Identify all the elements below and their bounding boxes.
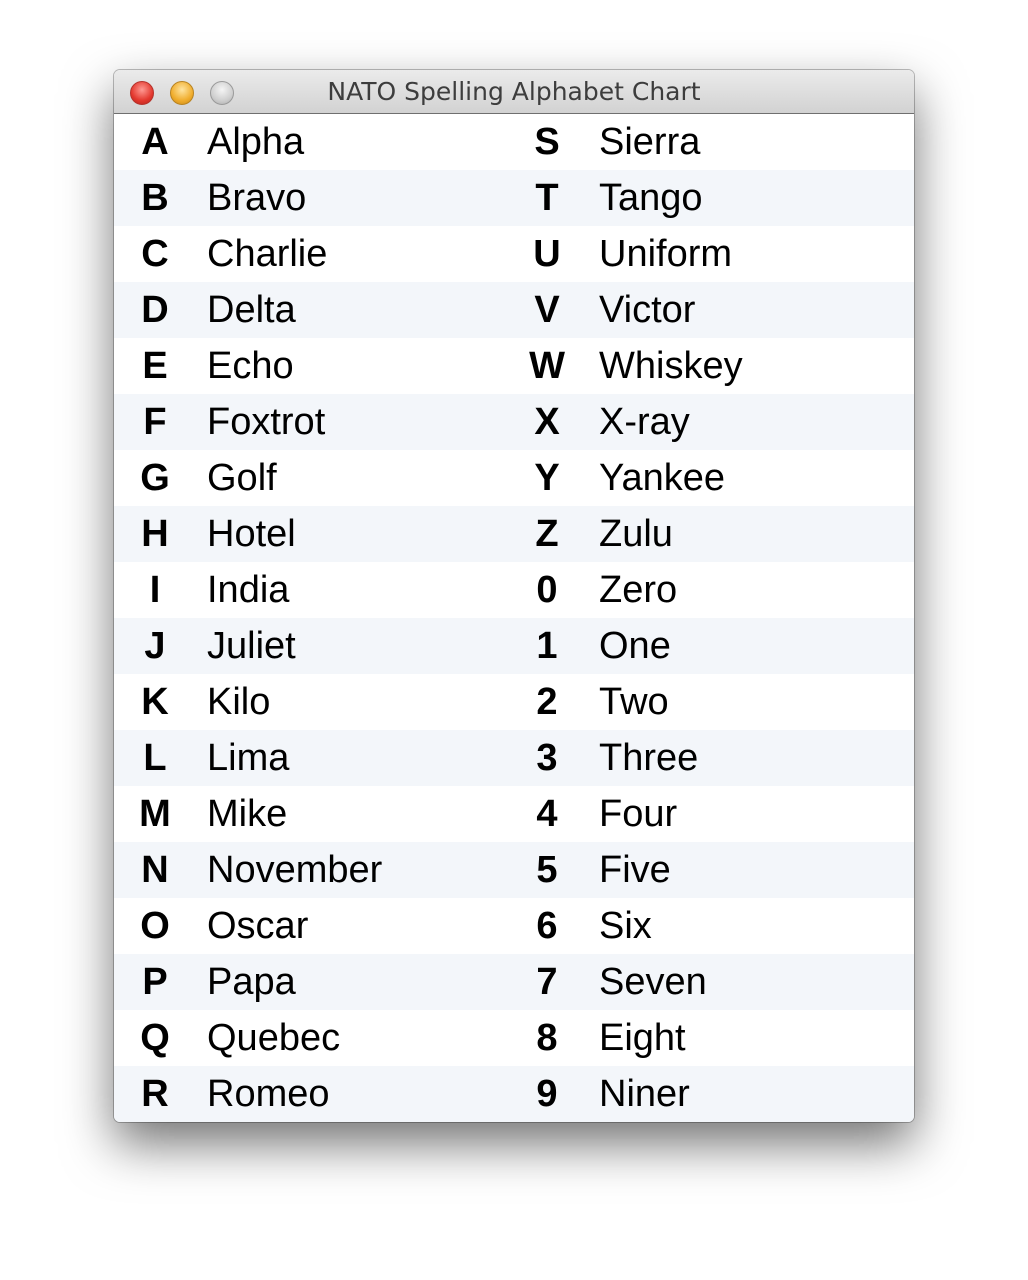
word-left: Foxtrot xyxy=(207,401,326,443)
letter-right: W xyxy=(529,345,565,387)
word-right: Yankee xyxy=(599,457,726,499)
window-title: NATO Spelling Alphabet Chart xyxy=(327,77,701,106)
table-row: A Alpha S Sierra xyxy=(114,114,914,170)
letter-right: 6 xyxy=(536,905,558,947)
table-row: C Charlie U Uniform xyxy=(114,226,914,282)
letter-left: M xyxy=(139,793,171,835)
table-row: N November 5 Five xyxy=(114,842,914,898)
word-left: Papa xyxy=(207,961,296,1003)
word-right: Three xyxy=(599,737,699,779)
letter-right: 7 xyxy=(536,961,558,1003)
table-row: L Lima 3 Three xyxy=(114,730,914,786)
letter-right: U xyxy=(533,233,561,275)
word-left: Delta xyxy=(207,289,296,331)
word-left: Lima xyxy=(207,737,290,779)
word-left: Hotel xyxy=(207,513,296,555)
letter-right: 9 xyxy=(536,1073,558,1115)
letter-left: N xyxy=(141,849,169,891)
alphabet-table: A Alpha S Sierra B Bravo T Tango C Charlie U Unifor… xyxy=(114,114,914,1122)
letter-left: Q xyxy=(140,1017,170,1059)
letter-left: G xyxy=(140,457,170,499)
letter-right: Z xyxy=(535,513,559,555)
table-row: I India 0 Zero xyxy=(114,562,914,618)
word-right: Seven xyxy=(599,961,707,1003)
word-right: Zulu xyxy=(599,513,673,555)
word-left: Juliet xyxy=(207,625,296,667)
word-left: Kilo xyxy=(207,681,271,723)
word-right: Eight xyxy=(599,1017,686,1059)
letter-left: O xyxy=(140,905,170,947)
table-row: K Kilo 2 Two xyxy=(114,674,914,730)
letter-left: J xyxy=(144,625,166,667)
letter-right: V xyxy=(534,289,560,331)
word-left: Quebec xyxy=(207,1017,341,1059)
letter-right: T xyxy=(535,177,559,219)
letter-left: A xyxy=(141,121,169,163)
letter-right: Y xyxy=(534,457,560,499)
word-right: Victor xyxy=(599,289,696,331)
table-row: G Golf Y Yankee xyxy=(114,450,914,506)
table-row: H Hotel Z Zulu xyxy=(114,506,914,562)
word-right: Two xyxy=(599,681,669,723)
table-row: R Romeo 9 Niner xyxy=(114,1066,914,1122)
word-left: Echo xyxy=(207,345,294,387)
letter-left: L xyxy=(143,737,167,779)
word-left: Romeo xyxy=(207,1073,330,1115)
title-bar[interactable]: NATO Spelling Alphabet Chart xyxy=(114,70,914,114)
word-right: One xyxy=(599,625,671,667)
word-left: Mike xyxy=(207,793,288,835)
word-right: Four xyxy=(599,793,678,835)
letter-left: B xyxy=(141,177,169,219)
word-right: Five xyxy=(599,849,671,891)
letter-left: K xyxy=(141,681,169,723)
word-left: Alpha xyxy=(207,121,305,163)
letter-right: S xyxy=(534,121,560,163)
word-left: November xyxy=(207,849,383,891)
letter-left: I xyxy=(149,569,161,611)
word-right: Whiskey xyxy=(599,345,743,387)
table-row: P Papa 7 Seven xyxy=(114,954,914,1010)
word-left: Charlie xyxy=(207,233,328,275)
table-row: Q Quebec 8 Eight xyxy=(114,1010,914,1066)
letter-left: F xyxy=(143,401,167,443)
letter-right: 1 xyxy=(536,625,558,667)
letter-left: C xyxy=(141,233,169,275)
letter-right: 4 xyxy=(536,793,558,835)
table-row: D Delta V Victor xyxy=(114,282,914,338)
word-left: India xyxy=(207,569,290,611)
word-right: Zero xyxy=(599,569,678,611)
table-row: J Juliet 1 One xyxy=(114,618,914,674)
table-row: E Echo W Whiskey xyxy=(114,338,914,394)
letter-right: 0 xyxy=(536,569,558,611)
letter-left: H xyxy=(141,513,169,555)
letter-left: E xyxy=(142,345,168,387)
letter-left: R xyxy=(141,1073,169,1115)
table-row: O Oscar 6 Six xyxy=(114,898,914,954)
word-right: X-ray xyxy=(599,401,690,443)
letter-right: 2 xyxy=(536,681,558,723)
word-right: Tango xyxy=(599,177,703,219)
word-right: Six xyxy=(599,905,652,947)
word-right: Sierra xyxy=(599,121,701,163)
letter-right: X xyxy=(534,401,560,443)
letter-left: P xyxy=(142,961,168,1003)
app-window: NATO Spelling Alphabet Chart A Alpha S Sier… xyxy=(114,70,914,1122)
letter-right: 3 xyxy=(536,737,558,779)
word-right: Niner xyxy=(599,1073,690,1115)
table-row: B Bravo T Tango xyxy=(114,170,914,226)
word-left: Oscar xyxy=(207,905,309,947)
table-row: F Foxtrot X X-ray xyxy=(114,394,914,450)
table-row: M Mike 4 Four xyxy=(114,786,914,842)
letter-left: D xyxy=(141,289,169,331)
word-left: Golf xyxy=(207,457,277,499)
word-left: Bravo xyxy=(207,177,307,219)
letter-right: 8 xyxy=(536,1017,558,1059)
letter-right: 5 xyxy=(536,849,558,891)
word-right: Uniform xyxy=(599,233,733,275)
